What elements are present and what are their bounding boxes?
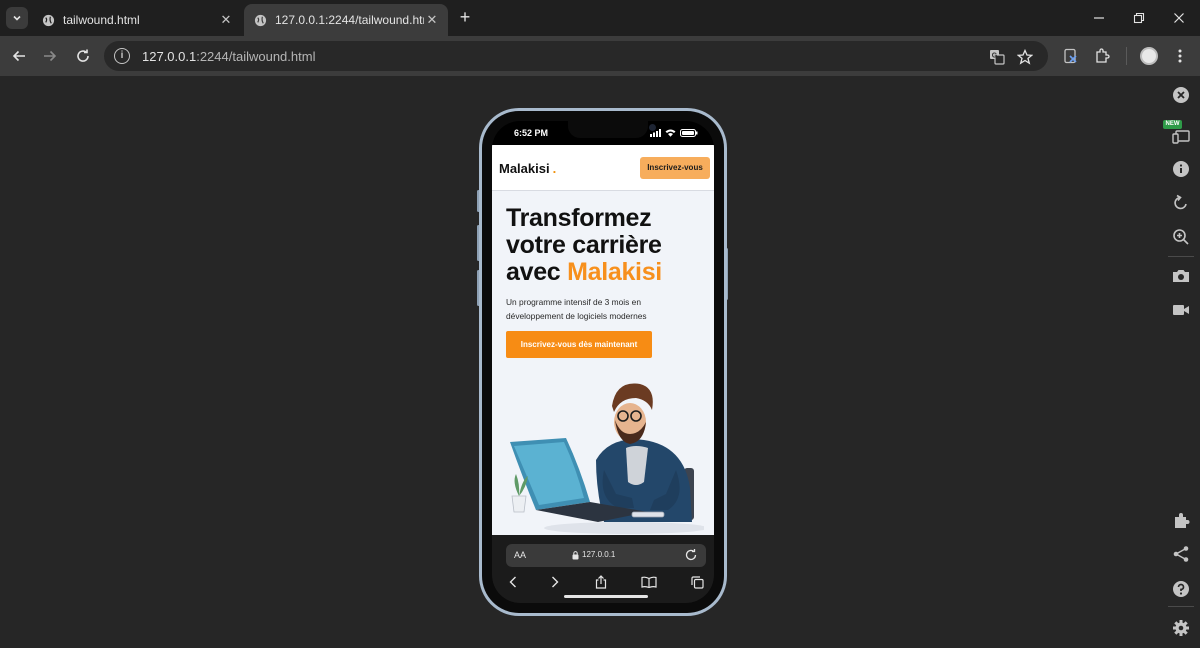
settings-icon[interactable] (1171, 618, 1191, 638)
lock-icon (572, 551, 579, 560)
globe-icon (42, 14, 55, 26)
video-icon[interactable] (1171, 300, 1191, 320)
toolbar-separator (1126, 47, 1127, 65)
extension-icon[interactable] (1171, 511, 1191, 531)
share-icon[interactable] (1171, 544, 1191, 564)
info-icon[interactable]: i (114, 48, 130, 64)
reload-icon (77, 49, 89, 62)
help-icon[interactable] (1171, 579, 1191, 599)
site-navbar: Malakisi. Inscrivez-vous (492, 145, 714, 191)
phone-notch (568, 121, 656, 138)
arrow-right-icon (44, 50, 57, 62)
url-text: 127.0.0.1:2244/tailwound.html (142, 48, 316, 64)
text-size-button[interactable]: AA (514, 550, 526, 560)
safari-bottom-bar: AA 127.0.0.1 (492, 535, 714, 603)
phone-screen: 6:52 PM Malakisi. Inscrivez-vous Transfo… (492, 121, 714, 603)
globe-icon (254, 14, 267, 26)
svg-text:G: G (992, 53, 998, 60)
safari-address-bar[interactable]: AA 127.0.0.1 (506, 544, 706, 567)
tab-title: 127.0.0.1:2244/tailwound.html (275, 13, 424, 27)
reload-button[interactable] (71, 44, 95, 68)
restore-button[interactable] (1119, 6, 1159, 30)
developer-illustration (510, 383, 704, 534)
close-icon (1174, 13, 1184, 23)
close-icon[interactable] (1171, 85, 1191, 105)
tab-search-button[interactable] (6, 7, 28, 29)
back-button[interactable] (7, 44, 31, 68)
address-bar[interactable]: i 127.0.0.1:2244/tailwound.html G (104, 41, 1048, 71)
camera-dot (649, 124, 656, 131)
minimize-button[interactable] (1079, 6, 1119, 30)
nav-signup-button[interactable]: Inscrivez-vous (640, 157, 710, 179)
chevron-down-icon (13, 15, 21, 21)
rail-separator (1168, 606, 1194, 607)
extension-x-icon[interactable] (1061, 46, 1081, 66)
close-icon[interactable]: ✕ (218, 12, 234, 28)
hero-signup-button[interactable]: Inscrivez-vous dès maintenant (506, 331, 652, 358)
minimize-icon (1094, 17, 1104, 19)
new-tab-button[interactable]: + (455, 8, 475, 28)
phone-bezel: 6:52 PM Malakisi. Inscrivez-vous Transfo… (482, 111, 724, 613)
safari-host: 127.0.0.1 (582, 550, 616, 559)
safari-back-icon[interactable] (504, 573, 522, 591)
profile-avatar[interactable] (1140, 47, 1158, 65)
status-time: 6:52 PM (514, 128, 549, 138)
hero-subtitle: Un programme intensif de 3 mois en dével… (506, 297, 647, 321)
translate-icon[interactable]: G (988, 48, 1006, 66)
bookmark-star-icon[interactable] (1016, 48, 1034, 66)
safari-forward-icon[interactable] (546, 573, 564, 591)
mobile-viewport: Malakisi. Inscrivez-vous Transformez vot… (492, 145, 714, 535)
zoom-icon[interactable] (1171, 227, 1191, 247)
battery-icon (680, 129, 698, 137)
tab-strip: tailwound.html ✕ 127.0.0.1:2244/tailwoun… (0, 0, 1200, 36)
tab-localhost-active[interactable]: 127.0.0.1:2244/tailwound.html ✕ (244, 4, 448, 36)
browser-toolbar: i 127.0.0.1:2244/tailwound.html G (0, 36, 1200, 76)
home-indicator (564, 595, 648, 598)
reload-icon[interactable] (684, 548, 698, 562)
close-window-button[interactable] (1159, 6, 1199, 30)
safari-bookmarks-icon[interactable] (640, 573, 658, 591)
forward-button[interactable] (38, 44, 62, 68)
rotate-icon[interactable] (1171, 193, 1191, 213)
phone-frame: 6:52 PM Malakisi. Inscrivez-vous Transfo… (479, 108, 727, 616)
device-toggle-icon[interactable] (1171, 126, 1191, 146)
restore-icon (1133, 12, 1145, 24)
tab-title: tailwound.html (63, 13, 140, 27)
camera-icon[interactable] (1171, 266, 1191, 286)
close-icon[interactable]: ✕ (424, 12, 440, 28)
menu-kebab-icon[interactable] (1170, 46, 1190, 66)
wifi-icon (665, 129, 676, 137)
safari-toolbar (492, 571, 714, 593)
info-icon[interactable] (1171, 159, 1191, 179)
extensions-puzzle-icon[interactable] (1092, 46, 1112, 66)
safari-tabs-icon[interactable] (688, 573, 706, 591)
tab-tailwound[interactable]: tailwound.html ✕ (32, 4, 242, 36)
arrow-left-icon (12, 50, 25, 62)
hero-title: Transformez votre carrière avec Malakisi (506, 204, 662, 286)
site-logo[interactable]: Malakisi. (499, 161, 556, 176)
safari-share-icon[interactable] (592, 573, 610, 591)
rail-separator (1168, 256, 1194, 257)
